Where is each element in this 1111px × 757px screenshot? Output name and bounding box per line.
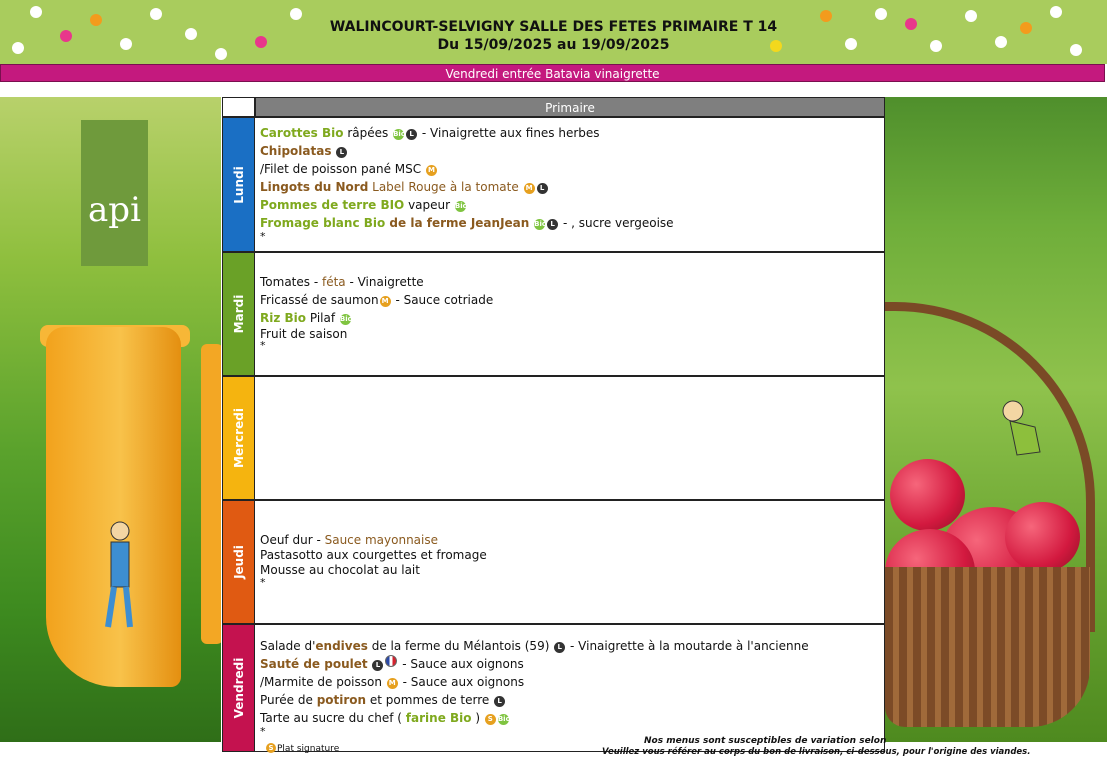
boot-back — [201, 344, 221, 644]
msc-icon: M — [379, 296, 391, 307]
local-icon: L — [336, 147, 348, 158]
day-label-lundi: Lundi — [222, 117, 255, 252]
child-drawing — [1002, 400, 1041, 456]
menu-table: Primaire Lundi Carottes Bio râpées Bio L … — [222, 97, 885, 752]
menu-item: Salade d'endives de la ferme du Mélantoi… — [260, 639, 809, 653]
asterisk: * — [260, 576, 266, 589]
api-logo-text: api — [88, 190, 141, 230]
menu-item: Chipolatas L — [260, 142, 878, 160]
day-cell-mardi: Tomates - féta - Vinaigrette Fricassé de… — [255, 252, 885, 376]
apple — [890, 459, 965, 531]
column-header-primaire: Primaire — [255, 97, 885, 117]
menu-item: Fromage blanc Bio de la ferme JeanJean B… — [260, 216, 674, 230]
menu-item: Tarte au sucre du chef ( farine Bio ) SB… — [260, 711, 511, 725]
menu-item: /Marmite de poisson M - Sauce aux oignon… — [260, 675, 525, 689]
day-label-mardi: Mardi — [222, 252, 255, 376]
bio-icon: Bio — [339, 314, 353, 325]
day-cell-mercredi — [255, 376, 885, 500]
title-line-1: WALINCOURT-SELVIGNY SALLE DES FETES PRIM… — [329, 19, 778, 35]
menu-item: Pommes de terre BIO vapeur Bio — [260, 198, 468, 212]
day-label-vendredi: Vendredi — [222, 624, 255, 752]
local-icon: L — [536, 183, 548, 194]
local-icon: L — [406, 129, 418, 140]
menu-item: Oeuf dur - Sauce mayonnaise — [260, 533, 438, 547]
signature-icon: S — [266, 743, 276, 753]
local-icon: L — [494, 696, 506, 707]
boot-image — [46, 327, 181, 687]
bio-icon: Bio — [534, 219, 547, 230]
header-banner: WALINCOURT-SELVIGNY SALLE DES FETES PRIM… — [0, 0, 1107, 64]
day-cell-jeudi: Oeuf dur - Sauce mayonnaise Pastasotto a… — [255, 500, 885, 624]
basket — [885, 567, 1090, 727]
apple — [1005, 502, 1080, 572]
local-icon: L — [547, 219, 559, 230]
menu-item: Riz Bio Pilaf Bio — [260, 311, 353, 325]
footer-note-origin: Veuillez vous référer au corps du bon de… — [602, 747, 1031, 757]
menu-item: Pastasotto aux courgettes et fromage — [260, 548, 487, 562]
menu-item: Mousse au chocolat au lait — [260, 563, 420, 577]
menu-item: /Filet de poisson pané MSC M — [260, 160, 878, 178]
bio-icon: Bio — [497, 714, 511, 725]
day-label-jeudi: Jeudi — [222, 500, 255, 624]
legend: S Plat signature — [265, 743, 339, 754]
asterisk: * — [260, 230, 266, 243]
menu-item: Lingots du Nord Label Rouge à la tomate … — [260, 178, 878, 196]
legend-label: Plat signature — [277, 744, 340, 754]
menu-item: Fruit de saison — [260, 327, 348, 341]
left-photo: api — [0, 97, 221, 742]
asterisk: * — [260, 339, 266, 352]
menu-item: Sauté de poulet L - Sauce aux oignons — [260, 655, 524, 671]
label-rouge-icon: M — [523, 183, 535, 194]
menu-item: Carottes Bio râpées Bio L - Vinaigrette a… — [260, 126, 600, 140]
day-cell-vendredi: Salade d'endives de la ferme du Mélantoi… — [255, 624, 885, 752]
right-photo — [885, 97, 1107, 742]
bio-icon: Bio — [454, 201, 468, 212]
signature-icon: S — [484, 714, 496, 725]
local-icon: L — [372, 660, 384, 671]
subtitle-band: Vendredi entrée Batavia vinaigrette — [0, 64, 1105, 82]
title-line-2: Du 15/09/2025 au 19/09/2025 — [437, 37, 670, 53]
menu-item: Purée de potiron et pommes de terre L — [260, 691, 878, 709]
table-corner — [222, 97, 255, 117]
footer-note-variation: Nos menus sont susceptibles de variation… — [644, 736, 887, 746]
france-flag-icon — [385, 655, 398, 667]
day-cell-lundi: Carottes Bio râpées Bio L - Vinaigrette a… — [255, 117, 885, 252]
menu-item: Tomates - féta - Vinaigrette — [260, 275, 424, 289]
menu-item: Fricassé de saumon M - Sauce cotriade — [260, 293, 494, 307]
local-icon: L — [554, 642, 566, 653]
day-label-mercredi: Mercredi — [222, 376, 255, 500]
api-logo: api — [81, 120, 148, 266]
msc-icon: M — [386, 678, 398, 689]
msc-icon: M — [425, 165, 437, 176]
page-title: WALINCOURT-SELVIGNY SALLE DES FETES PRIM… — [0, 18, 1107, 54]
gardener-drawing — [105, 521, 133, 628]
bio-icon: Bio — [393, 129, 406, 140]
